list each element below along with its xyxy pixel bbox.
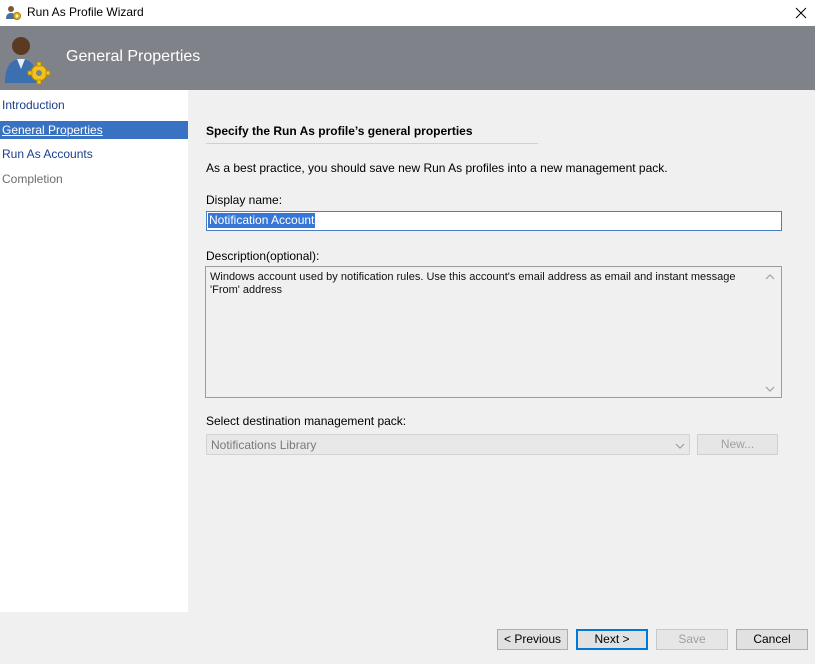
description-value: Windows account used by notification rul…	[210, 271, 736, 296]
new-management-pack-button[interactable]: New...	[697, 434, 778, 455]
window-titlebar: Run As Profile Wizard	[0, 0, 815, 26]
description-label: Description(optional):	[206, 249, 320, 263]
run-as-profile-icon	[5, 4, 22, 21]
close-icon[interactable]	[787, 0, 815, 26]
section-title: Specify the Run As profile’s general pro…	[206, 124, 473, 138]
display-name-field[interactable]: Notification Account	[206, 211, 782, 231]
previous-button[interactable]: < Previous	[497, 629, 568, 650]
wizard-footer: < Previous Next > Save Cancel	[0, 612, 815, 664]
page-heading: General Properties	[66, 48, 201, 65]
nav-item-introduction[interactable]: Introduction	[0, 96, 188, 114]
nav-item-completion: Completion	[2, 172, 63, 186]
info-text: As a best practice, you should save new …	[206, 161, 668, 175]
user-gear-icon	[3, 33, 53, 85]
section-divider	[206, 143, 538, 144]
management-pack-value: Notifications Library	[211, 438, 317, 452]
scroll-down-icon[interactable]	[765, 383, 775, 393]
save-button: Save	[656, 629, 728, 650]
display-name-value: Notification Account	[208, 213, 316, 228]
chevron-down-icon	[675, 440, 685, 450]
wizard-banner: General Properties	[0, 26, 815, 90]
next-button[interactable]: Next >	[576, 629, 648, 650]
cancel-button[interactable]: Cancel	[736, 629, 808, 650]
description-field[interactable]: Windows account used by notification rul…	[205, 266, 782, 398]
wizard-steps-nav: Introduction General Properties Run As A…	[0, 90, 188, 612]
display-name-label: Display name:	[206, 193, 283, 207]
wizard-content: Specify the Run As profile’s general pro…	[188, 90, 815, 612]
management-pack-label: Select destination management pack:	[206, 414, 407, 428]
window-title: Run As Profile Wizard	[27, 5, 144, 19]
scroll-up-icon[interactable]	[765, 271, 775, 281]
nav-item-general-properties[interactable]: General Properties	[0, 121, 188, 139]
nav-item-run-as-accounts[interactable]: Run As Accounts	[0, 145, 188, 163]
management-pack-select[interactable]: Notifications Library	[206, 434, 690, 455]
